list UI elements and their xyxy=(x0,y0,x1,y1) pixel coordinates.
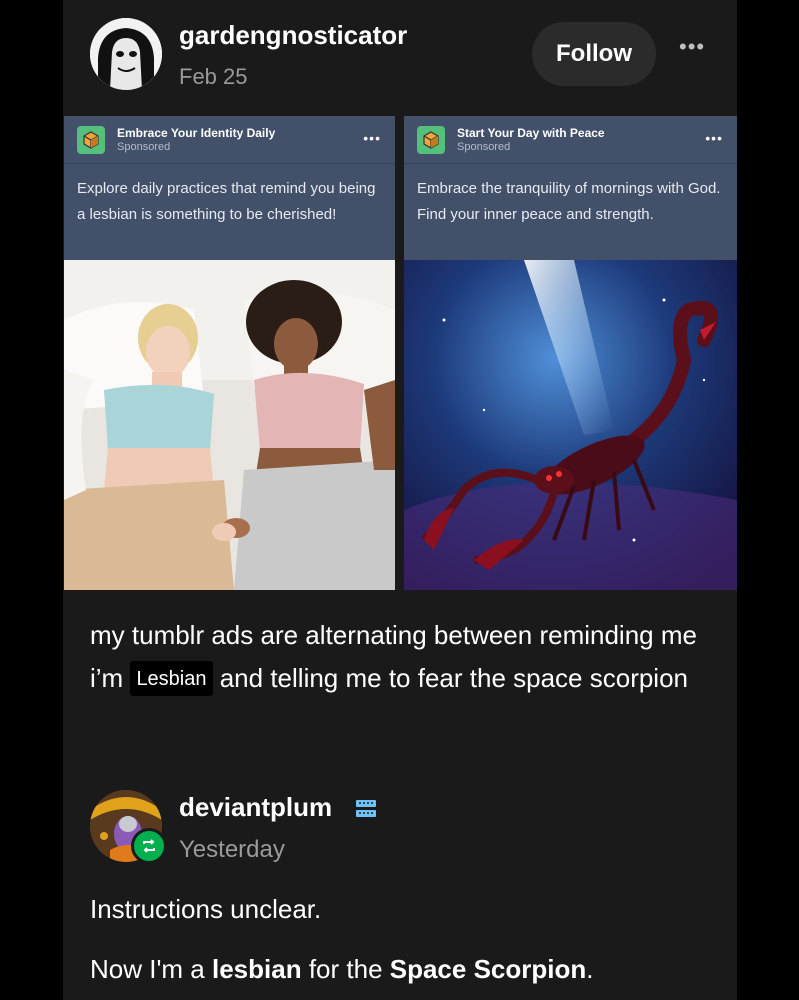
post-date[interactable]: Feb 25 xyxy=(179,64,248,90)
reply-bold-text: lesbian xyxy=(212,954,302,984)
reblog-text-line2: Now I'm a lesbian for the Space Scorpion… xyxy=(90,954,593,985)
ad-title[interactable]: Embrace Your Identity Daily xyxy=(117,126,275,140)
post-body: my tumblr ads are alternating between re… xyxy=(90,614,710,700)
content-label-tag[interactable]: Lesbian xyxy=(130,660,213,696)
ad-header: Start Your Day with Peace Sponsored ••• xyxy=(404,116,737,164)
ad-image-space-scorpion[interactable] xyxy=(404,260,737,590)
ad-cube-icon xyxy=(417,126,445,154)
post-column: gardengnosticator Feb 25 Follow ••• Embr… xyxy=(63,0,737,1000)
sponsored-label: Sponsored xyxy=(117,141,171,153)
ad-cube-icon xyxy=(77,126,105,154)
reblog-date[interactable]: Yesterday xyxy=(179,836,285,864)
reblogger-username[interactable]: deviantplum xyxy=(179,792,332,823)
sponsored-ad-1[interactable]: Embrace Your Identity Daily Sponsored ••… xyxy=(64,116,395,590)
ad-header: Embrace Your Identity Daily Sponsored ••… xyxy=(64,116,395,164)
badge-ticket-icon xyxy=(353,797,379,826)
post-text-part2: and telling me to fear the space scorpio… xyxy=(212,663,689,693)
sponsored-ad-2[interactable]: Start Your Day with Peace Sponsored ••• … xyxy=(404,116,737,590)
reply-text: . xyxy=(586,954,594,984)
reply-text: for the xyxy=(301,954,390,984)
ad-description: Explore daily practices that remind you … xyxy=(77,180,376,223)
ad-title[interactable]: Start Your Day with Peace xyxy=(457,126,605,140)
follow-button[interactable]: Follow xyxy=(532,22,656,86)
ad-description: Embrace the tranquility of mornings with… xyxy=(417,180,721,223)
ad-image-couple[interactable] xyxy=(64,260,395,590)
username[interactable]: gardengnosticator xyxy=(179,20,407,51)
sponsored-label: Sponsored xyxy=(457,141,511,153)
more-dots-icon[interactable]: ••• xyxy=(705,130,723,146)
reblog-text-line1: Instructions unclear. xyxy=(90,894,322,924)
more-dots-icon[interactable]: ••• xyxy=(679,34,705,60)
reblog-icon xyxy=(131,828,167,864)
user-avatar[interactable] xyxy=(90,18,162,90)
reply-text: Now I'm a xyxy=(90,954,212,984)
more-dots-icon[interactable]: ••• xyxy=(363,130,381,146)
reply-bold-text: Space Scorpion xyxy=(389,954,587,984)
